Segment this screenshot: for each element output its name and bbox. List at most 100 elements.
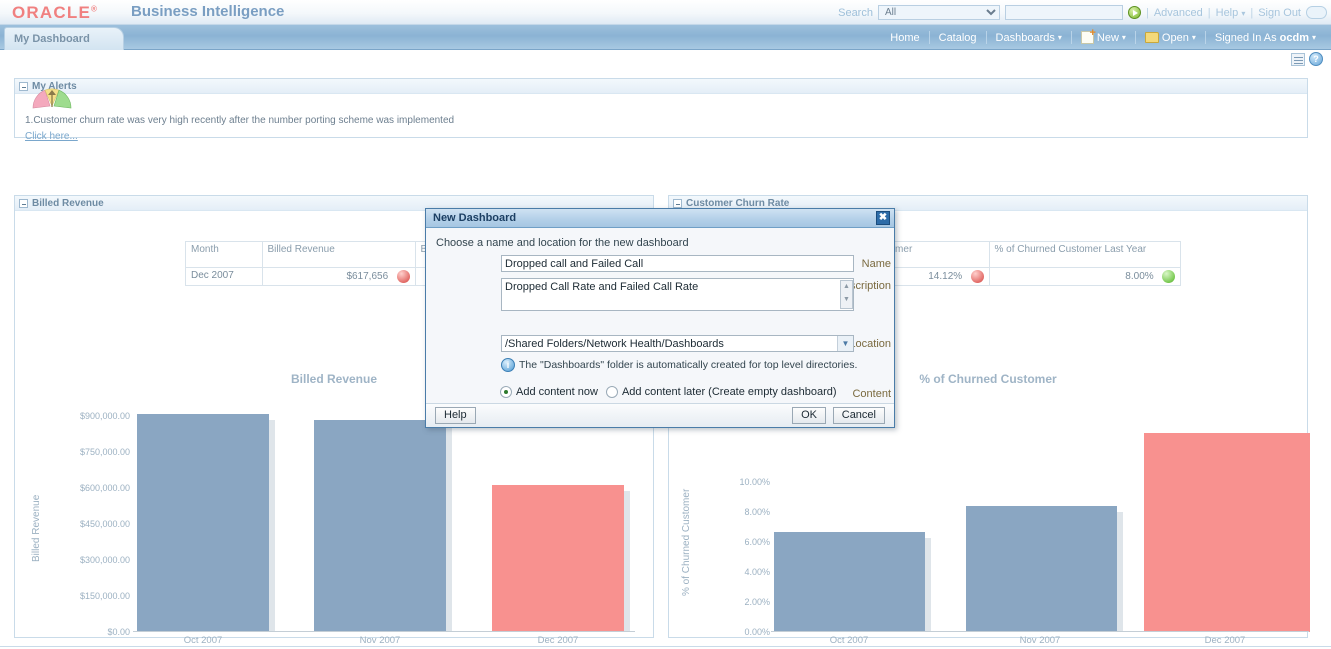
advanced-link[interactable]: Advanced [1154,7,1203,19]
description-spinner[interactable]: ▲ ▼ [840,280,853,309]
alert-click-here-link[interactable]: Click here... [25,131,78,142]
bar-oct-2007[interactable] [774,532,925,632]
chevron-down-icon: ▾ [1122,33,1126,42]
y-axis-title: Billed Revenue [31,495,42,562]
signed-in-user: ocdm [1280,32,1309,44]
ytick-6: $900,000.00 [35,411,130,421]
chevron-down-icon: ▾ [1312,33,1316,42]
ytick-2: 4.00% [685,567,770,577]
radio-add-content-now-label: Add content now [516,386,598,398]
x-axis-line [133,631,635,632]
search-scope-select[interactable]: All [878,5,1000,20]
alert-message: 1.Customer churn rate was very high rece… [25,115,454,126]
radio-add-content-now[interactable] [500,386,512,398]
signed-in-as-label: Signed In As [1215,32,1277,44]
divider: | [1250,7,1253,19]
gauge-up-icon [31,87,73,109]
search-input[interactable] [1005,5,1123,20]
tab-label: My Dashboard [14,33,90,45]
nav-open-label: Open [1162,32,1189,44]
radio-add-content-later[interactable] [606,386,618,398]
divider: | [1146,7,1149,19]
nav-signed-in-as[interactable]: Signed In As ocdm ▾ [1206,32,1325,44]
ytick-3: $450,000.00 [35,519,130,529]
page-bottom-rule [0,646,1331,647]
page-options-icon[interactable] [1291,53,1305,66]
divider [1135,31,1136,44]
search-go-icon[interactable] [1128,6,1141,19]
divider [929,31,930,44]
divider [1071,31,1072,44]
chevron-down-icon: ▾ [1058,33,1062,42]
nav-dashboards-label: Dashboards [996,32,1055,44]
ok-button[interactable]: OK [792,407,826,424]
sign-out-link[interactable]: Sign Out [1258,7,1301,19]
nav-new[interactable]: New ▾ [1072,31,1135,44]
x-axis-line [771,631,1309,632]
help-icon[interactable]: ? [1309,52,1323,66]
xtick-oct-2007: Oct 2007 [773,635,925,646]
ytick-1: $150,000.00 [35,591,130,601]
nav-new-label: New [1097,32,1119,44]
xtick-nov-2007: Nov 2007 [964,635,1116,646]
close-icon[interactable]: ✖ [876,211,890,225]
chevron-down-icon: ▾ [1241,9,1245,18]
search-area: Search All | Advanced | Help ▾ | Sign Ou… [838,2,1327,23]
oracle-logo: ORACLE® [12,3,98,23]
nav-catalog[interactable]: Catalog [930,32,986,44]
name-input[interactable] [501,255,854,272]
alerts-header: My Alerts [15,79,1307,94]
bar-nov-2007[interactable] [314,420,446,632]
radio-add-content-later-label: Add content later (Create empty dashboar… [622,386,837,398]
help-button[interactable]: Help [435,407,476,424]
tab-strip: My Dashboard Home Catalog Dashboards ▾ N… [0,25,1331,50]
ytick-4: 8.00% [685,507,770,517]
new-page-icon [1081,31,1094,44]
ytick-3: 6.00% [685,537,770,547]
ytick-4: $600,000.00 [35,483,130,493]
ytick-5: 10.00% [685,477,770,487]
cancel-button[interactable]: Cancel [833,407,885,424]
dialog-footer: Help OK Cancel [426,404,894,427]
alerts-panel: My Alerts 1.Customer churn rate was very… [14,78,1308,138]
y-axis-title: % of Churned Customer [681,489,692,596]
info-icon: i [501,358,515,372]
location-select[interactable]: /Shared Folders/Network Health/Dashboard… [501,335,854,352]
spinner-up-icon[interactable]: ▲ [841,281,852,294]
nav-home[interactable]: Home [881,32,928,44]
help-menu[interactable]: Help ▾ [1216,7,1246,19]
xtick-oct-2007: Oct 2007 [135,635,271,646]
location-info-text: The "Dashboards" folder is automatically… [519,359,857,371]
ytick-0: $0.00 [35,627,130,637]
nav-dashboards[interactable]: Dashboards ▾ [987,32,1071,44]
dialog-body: Choose a name and location for the new d… [426,228,894,404]
spinner-down-icon[interactable]: ▼ [841,294,852,307]
xtick-dec-2007: Dec 2007 [490,635,626,646]
divider: | [1208,7,1211,19]
ytick-2: $300,000.00 [35,555,130,565]
chevron-down-icon: ▾ [1192,33,1196,42]
page-toolbar: ? [1291,52,1323,66]
description-textarea[interactable] [501,278,854,311]
nav-open[interactable]: Open ▾ [1136,32,1205,44]
application-window: ORACLE® Business Intelligence Search All… [0,0,1331,649]
xtick-dec-2007: Dec 2007 [1149,635,1301,646]
user-oval-icon[interactable] [1306,6,1327,19]
ytick-5: $750,000.00 [35,447,130,457]
new-dashboard-dialog: New Dashboard ✖ Choose a name and locati… [425,208,895,428]
bar-nov-2007[interactable] [966,506,1117,632]
search-label: Search [838,7,873,19]
product-title: Business Intelligence [131,3,284,20]
dialog-title-bar: New Dashboard ✖ [426,209,894,228]
dialog-instruction: Choose a name and location for the new d… [436,237,689,249]
collapse-icon[interactable] [19,82,28,91]
xtick-nov-2007: Nov 2007 [312,635,448,646]
dialog-title: New Dashboard [433,212,516,224]
bar-oct-2007[interactable] [137,414,269,632]
ytick-1: 2.00% [685,597,770,607]
divider [986,31,987,44]
brand-bar: ORACLE® Business Intelligence Search All… [0,0,1331,25]
bar-dec-2007[interactable] [492,485,624,632]
tab-my-dashboard[interactable]: My Dashboard [4,27,124,50]
bar-dec-2007[interactable] [1144,433,1310,632]
